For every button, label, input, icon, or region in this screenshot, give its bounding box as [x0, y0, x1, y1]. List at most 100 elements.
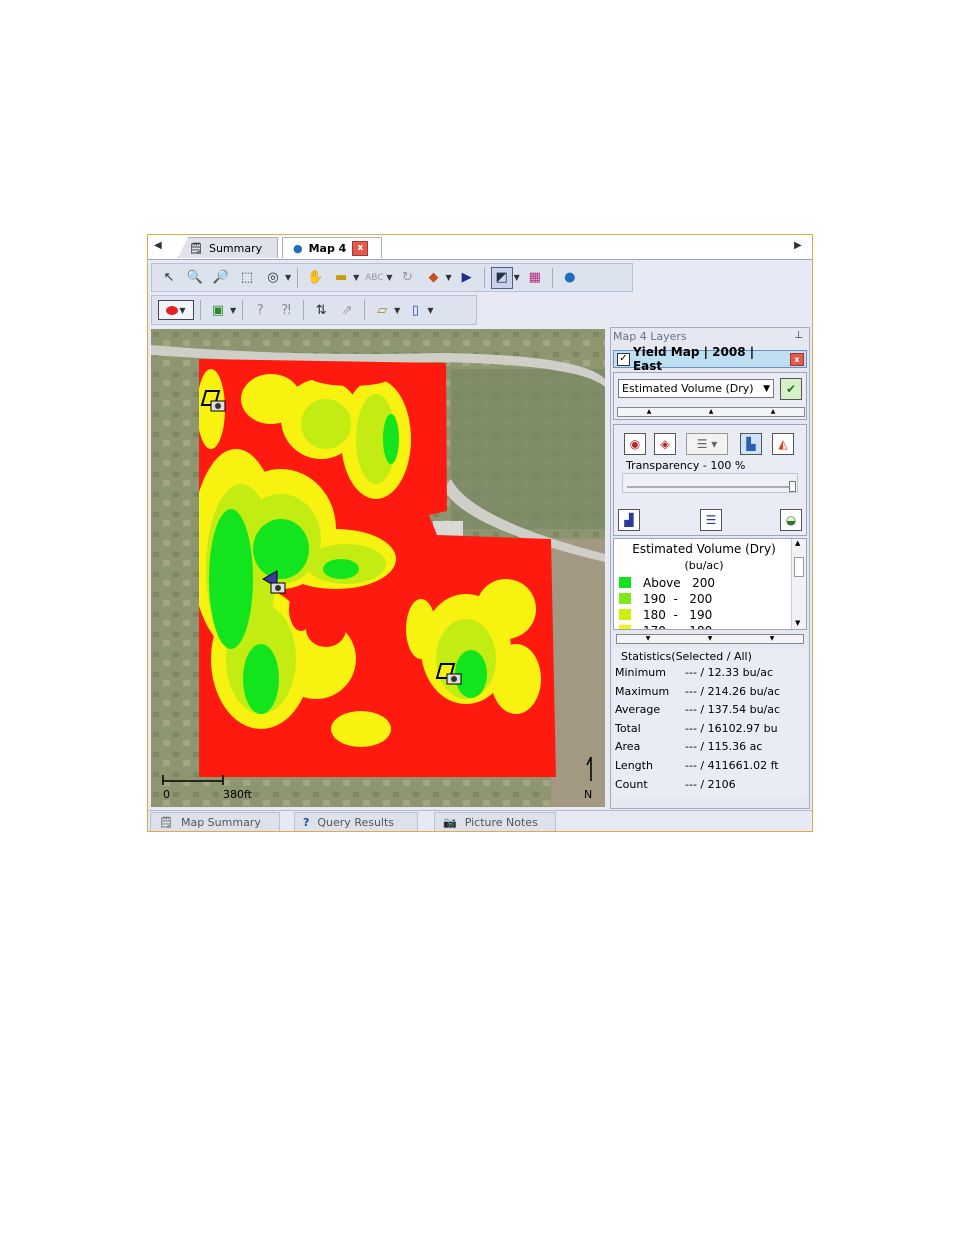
query-icon[interactable]: ?	[249, 299, 271, 321]
statistic-key: Average	[615, 703, 661, 717]
tab-map-summary[interactable]: 🗒 Map Summary	[150, 812, 280, 831]
statistic-value: --- / 12.33 bu/ac	[685, 666, 774, 679]
chevron-up-icon: ▲	[770, 408, 776, 415]
apply-check-icon[interactable]: ✔	[780, 378, 802, 400]
statistic-key: Total	[615, 721, 641, 735]
toolbar-separator	[242, 300, 244, 320]
scale-zero-label: 0	[163, 788, 170, 801]
zoom-box-icon[interactable]: ⬚	[236, 267, 258, 289]
statistic-value: --- / 2106	[685, 777, 736, 791]
toolbar-separator	[483, 267, 485, 288]
legend-row: Above 200	[619, 575, 715, 590]
attribute-section: Estimated Volume (Dry) ▼ ✔ ▲ ▲ ▲	[613, 372, 807, 420]
zoom-extent-dropdown-icon[interactable]: ▼	[285, 273, 291, 282]
note-edit-icon[interactable]: ▱	[371, 299, 393, 321]
close-tab-button[interactable]: x	[352, 240, 369, 256]
tab-query-results-label: Query Results	[317, 815, 395, 829]
chart-icon[interactable]: ▟	[618, 509, 640, 531]
refresh-icon[interactable]: ↻	[396, 267, 418, 289]
globe-icon: ●	[293, 241, 303, 255]
query-icon: ?	[303, 815, 310, 829]
chevron-down-icon: ▼	[645, 635, 651, 642]
attribute-select[interactable]: Estimated Volume (Dry) ▼	[618, 379, 774, 398]
display-style-dropdown[interactable]: ☰ ▾	[686, 433, 728, 455]
layer-close-icon[interactable]: x	[790, 352, 804, 366]
statistic-row: Maximum --- / 214.26 bu/ac	[615, 685, 805, 701]
statistic-value: --- / 16102.97 bu	[685, 721, 778, 735]
layer-properties-icon[interactable]: ◉	[624, 433, 646, 455]
tab-query-results[interactable]: ? Query Results	[294, 812, 418, 831]
tab-scroll-right-icon[interactable]: ▶	[794, 240, 802, 251]
legend-swatch	[619, 577, 631, 588]
zoom-extent-icon[interactable]: ◎	[262, 267, 284, 289]
statistic-row: Average --- / 137.54 bu/ac	[615, 703, 805, 719]
layer-tools-section: ◉ ◈ ☰ ▾ ▙ ◭ Transparency - 100 % ▟ ☰ ◒	[613, 424, 807, 536]
collapse-bar-top[interactable]: ▲ ▲ ▲	[617, 407, 805, 417]
legend-dropdown-icon[interactable]: ▼	[514, 273, 520, 282]
scroll-down-icon[interactable]: ▼	[795, 619, 800, 627]
scale-distance-label: 380ft	[223, 788, 252, 801]
bar-chart-icon[interactable]: ▙	[740, 433, 762, 455]
select-area-dropdown-icon[interactable]: ▼	[230, 306, 236, 315]
legend-label: 180 - 190	[643, 607, 713, 622]
list-icon[interactable]: ☰	[700, 509, 722, 531]
legend-scrollbar[interactable]: ▲ ▼	[791, 539, 806, 629]
label-dropdown-icon[interactable]: ▼	[386, 273, 392, 282]
legend-label: Above 200	[643, 575, 715, 590]
pan-hand-icon[interactable]: ✋	[304, 267, 326, 289]
tab-summary[interactable]: 🗒 Summary	[178, 237, 278, 258]
slider-thumb[interactable]	[789, 481, 796, 492]
north-label: N	[584, 788, 593, 801]
play-points-icon[interactable]: ▶	[456, 267, 478, 289]
zoom-out-icon[interactable]: 🔎	[210, 267, 232, 289]
measure-ruler-icon[interactable]: ▬	[330, 267, 352, 289]
layer-zoom-icon[interactable]: ◒	[780, 509, 802, 531]
scroll-up-icon[interactable]: ▲	[795, 539, 800, 547]
map-layers-icon[interactable]: ▦	[524, 267, 546, 289]
camera-icon: 📷	[443, 815, 457, 829]
select-arrow-icon[interactable]: ↖	[158, 267, 180, 289]
globe-export-icon[interactable]: ●	[559, 267, 581, 289]
legend-unit: (bu/ac)	[684, 559, 724, 572]
yield-map-svg	[151, 329, 605, 807]
map-toolbar-secondary: ▼ ▣ ▼ ? ⁈ ⇅ ⇗ ▱ ▼ ▯ ▼	[151, 295, 477, 325]
tab-picture-notes[interactable]: 📷 Picture Notes	[434, 812, 556, 831]
layer-visible-checkbox[interactable]: ✓	[617, 352, 630, 366]
export-icon[interactable]: ⇗	[336, 299, 358, 321]
document-tab-strip: ◀ 🗒 Summary ● Map 4 x ▶	[148, 235, 812, 260]
record-dropdown-icon: ▼	[179, 305, 186, 315]
summary-icon: 🗒	[189, 241, 203, 255]
aerial-field-right	[551, 539, 605, 807]
layers-dropdown-icon[interactable]: ▼	[445, 273, 451, 282]
toolbar-separator	[364, 300, 366, 320]
layer-edit-icon[interactable]: ◈	[654, 433, 676, 455]
page-layout-icon[interactable]: ▯	[404, 299, 426, 321]
toolbar-separator	[303, 300, 305, 320]
tab-map-4[interactable]: ● Map 4 x	[282, 237, 382, 258]
layers-stack-icon[interactable]: ◆	[422, 267, 444, 289]
slider-track	[627, 486, 793, 488]
map-canvas[interactable]: 0 380ft N	[151, 329, 605, 807]
legend-box: Estimated Volume (Dry) (bu/ac) Above 200…	[613, 538, 807, 630]
pin-icon[interactable]: ⊥	[794, 330, 803, 341]
statistic-key: Count	[615, 777, 648, 791]
tab-scroll-left-icon[interactable]: ◀	[154, 240, 162, 251]
legend-swatch	[619, 625, 631, 629]
page-layout-dropdown-icon[interactable]: ▼	[427, 306, 433, 315]
sort-arrows-icon[interactable]: ⇅	[310, 299, 332, 321]
zoom-in-icon[interactable]: 🔍	[184, 267, 206, 289]
query-layer-icon[interactable]: ⁈	[275, 299, 297, 321]
legend-toggle-icon[interactable]: ◩	[490, 266, 513, 289]
collapse-bar-bottom[interactable]: ▼ ▼ ▼	[616, 634, 804, 644]
label-abc-icon[interactable]: ABC	[363, 267, 385, 289]
measure-dropdown-icon[interactable]: ▼	[353, 273, 359, 282]
note-dropdown-icon[interactable]: ▼	[394, 306, 400, 315]
map-window: ◀ 🗒 Summary ● Map 4 x ▶ ↖ 🔍 🔎 ⬚ ◎ ▼ ✋ ▬ ▼ …	[147, 234, 813, 832]
statistic-row: Minimum --- / 12.33 bu/ac	[615, 666, 805, 682]
record-button[interactable]: ▼	[158, 300, 194, 320]
color-ramp-icon[interactable]: ◭	[772, 433, 794, 455]
select-area-icon[interactable]: ▣	[207, 299, 229, 321]
scroll-thumb[interactable]	[794, 557, 804, 577]
layer-header[interactable]: ✓ Yield Map | 2008 | East x	[613, 345, 807, 373]
transparency-slider[interactable]	[622, 473, 798, 493]
